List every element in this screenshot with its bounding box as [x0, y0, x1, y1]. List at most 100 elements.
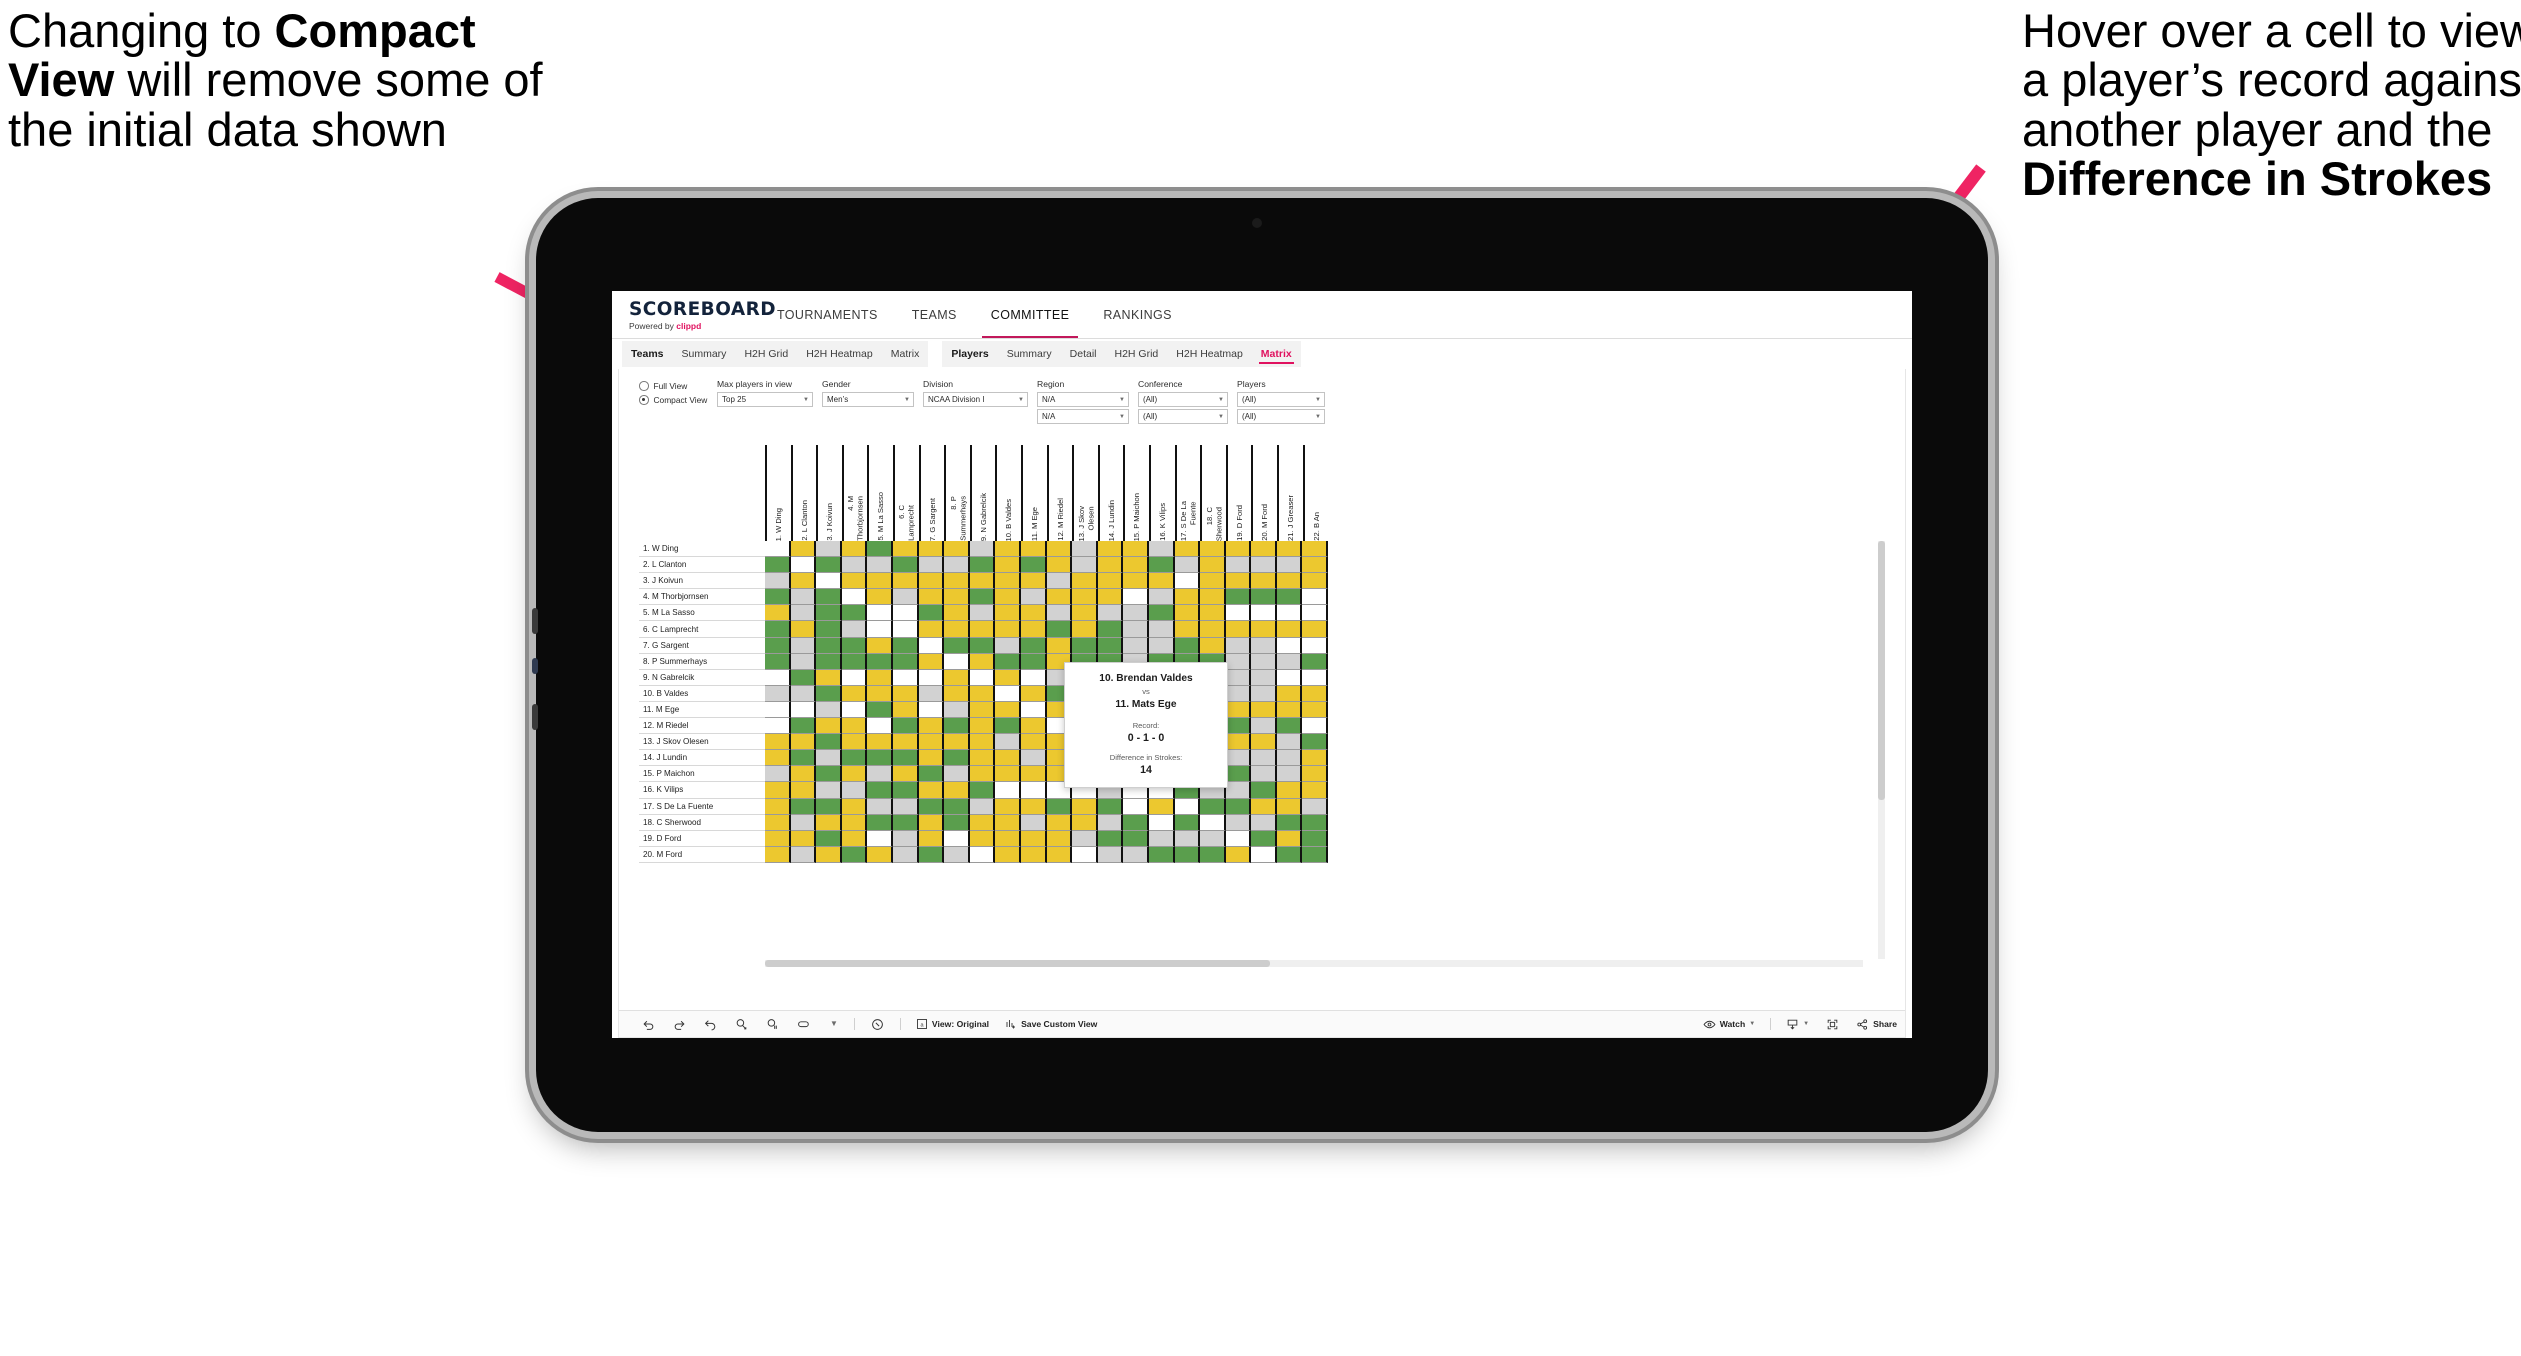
- matrix-cell[interactable]: [1097, 557, 1124, 574]
- matrix-cell[interactable]: [918, 814, 945, 831]
- matrix-cell[interactable]: [918, 750, 945, 767]
- subnav-item-h2h-grid[interactable]: H2H Grid: [1106, 341, 1168, 367]
- matrix-cell[interactable]: [816, 653, 842, 670]
- matrix-cell[interactable]: [1097, 846, 1124, 863]
- matrix-cell[interactable]: [969, 669, 996, 686]
- matrix-cell[interactable]: [841, 734, 868, 751]
- matrix-cell[interactable]: [841, 685, 868, 702]
- matrix-cell[interactable]: [892, 605, 919, 622]
- matrix-cell[interactable]: [995, 605, 1021, 622]
- matrix-cell[interactable]: [918, 830, 945, 847]
- matrix-cell[interactable]: [1072, 621, 1098, 638]
- matrix-cell[interactable]: [918, 734, 945, 751]
- matrix-cell[interactable]: [816, 734, 842, 751]
- matrix-cell[interactable]: [1276, 830, 1303, 847]
- matrix-cell[interactable]: [1251, 846, 1277, 863]
- matrix-cell[interactable]: [1200, 589, 1226, 606]
- matrix-cell[interactable]: [765, 653, 791, 670]
- matrix-cell[interactable]: [1123, 605, 1149, 622]
- matrix-cell[interactable]: [841, 637, 868, 654]
- matrix-cell[interactable]: [867, 557, 893, 574]
- matrix-cell[interactable]: [816, 573, 842, 590]
- matrix-cell[interactable]: [867, 766, 893, 783]
- matrix-cell[interactable]: [918, 782, 945, 799]
- matrix-cell[interactable]: [1123, 557, 1149, 574]
- matrix-cell[interactable]: [790, 573, 817, 590]
- matrix-cell[interactable]: [790, 637, 817, 654]
- matrix-cell[interactable]: [841, 557, 868, 574]
- matrix-cell[interactable]: [1072, 798, 1098, 815]
- matrix-cell[interactable]: [1072, 573, 1098, 590]
- matrix-cell[interactable]: [841, 621, 868, 638]
- matrix-cell[interactable]: [1046, 573, 1073, 590]
- matrix-cell[interactable]: [892, 846, 919, 863]
- view-original-button[interactable]: a View: Original: [908, 1011, 997, 1037]
- matrix-cell[interactable]: [841, 830, 868, 847]
- matrix-cell[interactable]: [995, 798, 1021, 815]
- matrix-cell[interactable]: [969, 814, 996, 831]
- matrix-cell[interactable]: [918, 701, 945, 719]
- topnav-item-tournaments[interactable]: TOURNAMENTS: [760, 291, 895, 338]
- matrix-cell[interactable]: [1251, 718, 1277, 735]
- matrix-cell[interactable]: [1251, 669, 1277, 686]
- matrix-cell[interactable]: [944, 830, 970, 847]
- matrix-cell[interactable]: [1072, 557, 1098, 574]
- subnav-item-matrix[interactable]: Matrix: [882, 341, 929, 367]
- matrix-cell[interactable]: [1174, 830, 1201, 847]
- matrix-cell[interactable]: [1123, 541, 1149, 558]
- matrix-cell[interactable]: [1020, 637, 1047, 654]
- matrix-cell[interactable]: [1276, 846, 1303, 863]
- matrix-cell[interactable]: [816, 701, 842, 719]
- matrix-cell[interactable]: [841, 605, 868, 622]
- matrix-cell[interactable]: [1123, 798, 1149, 815]
- matrix-cell[interactable]: [995, 718, 1021, 735]
- matrix-cell[interactable]: [1020, 750, 1047, 767]
- matrix-cell[interactable]: [892, 766, 919, 783]
- matrix-cell[interactable]: [841, 750, 868, 767]
- matrix-cell[interactable]: [995, 669, 1021, 686]
- matrix-cell[interactable]: [1276, 557, 1303, 574]
- matrix-cell[interactable]: [1276, 621, 1303, 638]
- matrix-cell[interactable]: [995, 685, 1021, 702]
- matrix-cell[interactable]: [867, 541, 893, 558]
- matrix-cell[interactable]: [1302, 573, 1329, 590]
- matrix-cell[interactable]: [867, 798, 893, 815]
- matrix-cell[interactable]: [790, 830, 817, 847]
- matrix-cell[interactable]: [765, 750, 791, 767]
- matrix-cell[interactable]: [1225, 798, 1252, 815]
- matrix-cell[interactable]: [765, 814, 791, 831]
- matrix-cell[interactable]: [867, 605, 893, 622]
- matrix-cell[interactable]: [1302, 605, 1329, 622]
- matrix-cell[interactable]: [1200, 846, 1226, 863]
- matrix-cell[interactable]: [892, 541, 919, 558]
- matrix-cell[interactable]: [841, 814, 868, 831]
- matrix-cell[interactable]: [969, 589, 996, 606]
- matrix-cell[interactable]: [1251, 621, 1277, 638]
- matrix-cell[interactable]: [1020, 734, 1047, 751]
- matrix-cell[interactable]: [765, 637, 791, 654]
- matrix-cell[interactable]: [1020, 669, 1047, 686]
- matrix-cell[interactable]: [790, 685, 817, 702]
- matrix-cell[interactable]: [969, 573, 996, 590]
- matrix-cell[interactable]: [1225, 557, 1252, 574]
- matrix-cell[interactable]: [765, 734, 791, 751]
- matrix-cell[interactable]: [816, 798, 842, 815]
- subnav-item-h2h-heatmap[interactable]: H2H Heatmap: [797, 341, 882, 367]
- matrix-cell[interactable]: [1148, 846, 1175, 863]
- matrix-cell[interactable]: [969, 637, 996, 654]
- matrix-cell[interactable]: [790, 621, 817, 638]
- matrix-cell[interactable]: [1225, 605, 1252, 622]
- matrix-cell[interactable]: [1302, 798, 1329, 815]
- redo-icon[interactable]: [664, 1011, 695, 1037]
- matrix-cell[interactable]: [1225, 734, 1252, 751]
- filter-select-region-2[interactable]: N/A ▼: [1037, 409, 1129, 424]
- matrix-cell[interactable]: [1302, 814, 1329, 831]
- volume-down-button[interactable]: [532, 704, 538, 730]
- matrix-cell[interactable]: [892, 621, 919, 638]
- matrix-cell[interactable]: [1020, 846, 1047, 863]
- matrix-cell[interactable]: [918, 685, 945, 702]
- matrix-cell[interactable]: [1097, 573, 1124, 590]
- matrix-cell[interactable]: [892, 685, 919, 702]
- matrix-cell[interactable]: [969, 621, 996, 638]
- chevron-down-icon[interactable]: ▼: [1018, 397, 1024, 403]
